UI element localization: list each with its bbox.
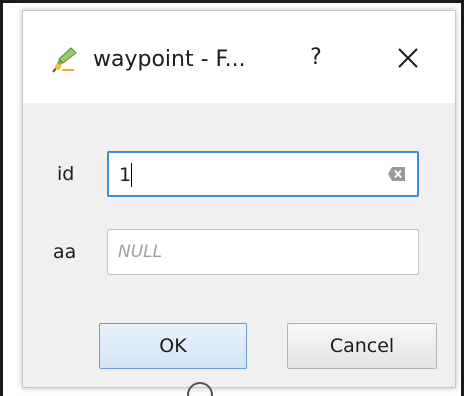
cancel-button[interactable]: Cancel xyxy=(287,323,437,369)
help-button[interactable]: ? xyxy=(301,41,331,75)
feature-attributes-dialog: waypoint - F... ? id 1 aa NULL OK Cancel xyxy=(22,10,456,388)
id-field[interactable]: 1 xyxy=(107,151,419,197)
aa-field-placeholder: NULL xyxy=(118,242,163,262)
text-caret xyxy=(131,163,132,187)
title-bar[interactable]: waypoint - F... ? xyxy=(23,11,455,103)
qgis-edit-icon xyxy=(52,47,77,73)
aa-label: aa xyxy=(53,241,77,263)
background-frame-top xyxy=(0,0,464,3)
id-label: id xyxy=(57,163,75,185)
clear-icon[interactable] xyxy=(387,165,407,183)
aa-field[interactable]: NULL xyxy=(107,229,419,275)
ok-button[interactable]: OK xyxy=(99,323,247,369)
screenshot-canvas: waypoint - F... ? id 1 aa NULL OK Cancel xyxy=(0,0,464,396)
close-icon[interactable] xyxy=(391,41,425,75)
id-field-value: 1 xyxy=(119,164,132,186)
window-title: waypoint - F... xyxy=(93,47,246,72)
background-frame-left xyxy=(0,0,3,396)
